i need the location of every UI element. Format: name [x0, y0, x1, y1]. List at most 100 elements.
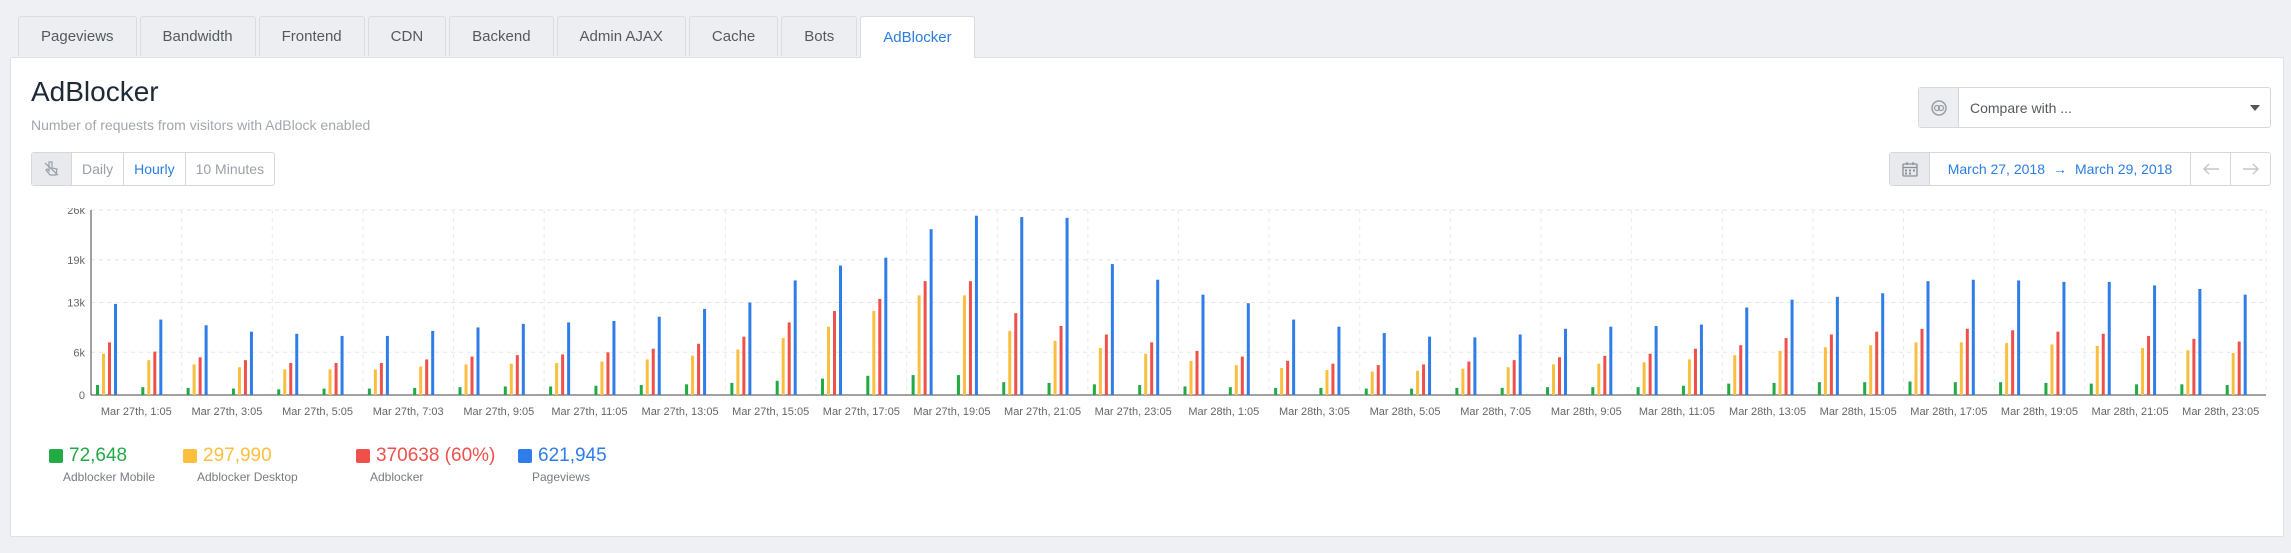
bar-adblocker-mobile [1364, 388, 1368, 395]
tab-backend[interactable]: Backend [449, 16, 554, 56]
bar-adblocker [198, 357, 202, 395]
x-tick-label: Mar 28th, 1:05 [1188, 406, 1259, 418]
bar-pageviews [249, 331, 253, 395]
next-range-button[interactable] [2230, 153, 2270, 185]
bar-adblocker-desktop [2231, 353, 2235, 395]
bar-adblocker-mobile [1500, 387, 1504, 395]
bar-adblocker-mobile [1228, 387, 1232, 395]
bar-adblocker-mobile [2135, 384, 2139, 395]
bar-adblocker-mobile [594, 385, 598, 395]
bar-adblocker-mobile [458, 387, 462, 395]
granularity-daily[interactable]: Daily [72, 153, 125, 185]
bar-adblocker-mobile [821, 378, 824, 395]
granularity-10-minutes[interactable]: 10 Minutes [186, 153, 274, 185]
tab-admin-ajax[interactable]: Admin AJAX [556, 16, 686, 56]
tab-cache[interactable]: Cache [688, 16, 779, 56]
calendar-icon[interactable] [1890, 153, 1930, 185]
bar-adblocker [1014, 313, 1018, 395]
bar-pageviews [159, 319, 163, 395]
bar-adblocker [153, 351, 157, 395]
bar-adblocker-mobile [1092, 384, 1096, 395]
bar-pageviews [1428, 336, 1432, 395]
bar-adblocker [1558, 357, 1561, 395]
prev-range-button[interactable] [2190, 153, 2230, 185]
bar-adblocker [1512, 360, 1516, 395]
bar-adblocker-mobile [413, 387, 417, 395]
bar-pageviews [1609, 326, 1613, 395]
bar-adblocker-desktop [419, 366, 423, 395]
legend-value: 621,945 [538, 445, 607, 466]
bar-adblocker [1240, 356, 1244, 395]
granularity-hourly[interactable]: Hourly [124, 153, 186, 185]
bar-pageviews [521, 323, 525, 395]
bar-adblocker-desktop [827, 326, 830, 395]
bar-adblocker-mobile [367, 388, 371, 395]
bar-adblocker [108, 342, 111, 395]
x-tick-label: Mar 27th, 21:05 [1004, 406, 1081, 418]
x-tick-label: Mar 27th, 7:03 [373, 406, 444, 418]
bar-adblocker [1693, 348, 1697, 395]
bar-adblocker-desktop [1280, 367, 1284, 395]
bar-adblocker-mobile [1727, 383, 1731, 395]
legend-label: Adblocker Mobile [63, 470, 156, 484]
bar-pageviews [884, 257, 888, 395]
y-tick-label: 19k [67, 255, 85, 267]
bar-pageviews [567, 322, 571, 395]
bar-adblocker-mobile [322, 388, 326, 395]
x-tick-label: Mar 27th, 5:05 [282, 406, 353, 418]
bar-adblocker-desktop [645, 359, 649, 395]
tab-bar: Pageviews Bandwidth Frontend CDN Backend Admi… [18, 16, 975, 58]
tab-bandwidth[interactable]: Bandwidth [139, 16, 256, 56]
bar-adblocker-desktop [1914, 342, 1918, 395]
bar-adblocker [1467, 361, 1471, 395]
legend-swatch [518, 449, 532, 463]
bar-adblocker [1829, 334, 1833, 395]
arrow-right-icon: → [2053, 161, 2067, 177]
bar-pageviews [385, 335, 389, 395]
tab-pageviews[interactable]: Pageviews [18, 16, 137, 56]
bar-adblocker [1195, 350, 1199, 395]
bar-pageviews [1745, 307, 1749, 395]
bar-adblocker-mobile [1772, 382, 1776, 395]
bar-adblocker-mobile [1681, 385, 1685, 395]
bar-pageviews [1699, 324, 1703, 395]
bar-adblocker-desktop [962, 295, 966, 395]
x-tick-label: Mar 28th, 9:05 [1551, 406, 1622, 418]
bar-adblocker [1331, 363, 1335, 395]
x-tick-label: Mar 27th, 11:05 [551, 406, 627, 418]
x-tick-label: Mar 27th, 1:05 [101, 406, 172, 418]
tab-adblocker[interactable]: AdBlocker [860, 16, 975, 58]
bar-pageviews [1246, 303, 1250, 395]
x-tick-label: Mar 27th, 15:05 [732, 406, 809, 418]
legend-value: 297,990 [203, 445, 272, 466]
tab-cdn[interactable]: CDN [367, 16, 447, 56]
page-title: AdBlocker [31, 76, 159, 107]
compare-select[interactable]: Compare with ... [1918, 87, 2271, 128]
date-range-text[interactable]: March 27, 2018 → March 29, 2018 [1930, 153, 2190, 185]
tab-bots[interactable]: Bots [781, 16, 858, 56]
x-tick-label: Mar 28th, 3:05 [1279, 406, 1350, 418]
bar-pageviews [839, 265, 842, 395]
bar-pageviews [1881, 293, 1885, 395]
bar-adblocker [833, 311, 836, 395]
bar-adblocker-mobile [1455, 387, 1459, 395]
legend-label: Adblocker Desktop [197, 470, 298, 484]
x-tick-label: Mar 27th, 3:05 [191, 406, 262, 418]
bar-pageviews [1971, 279, 1975, 395]
granularity-switch: Daily Hourly 10 Minutes [31, 152, 276, 186]
pointer-hand-icon[interactable] [32, 153, 72, 185]
bar-pageviews [2107, 281, 2111, 395]
bar-adblocker-mobile [685, 384, 689, 395]
bar-adblocker [2147, 335, 2151, 395]
bar-adblocker [1059, 325, 1063, 395]
tab-frontend[interactable]: Frontend [258, 16, 365, 56]
bar-pageviews [748, 302, 752, 395]
bar-pageviews [1110, 264, 1114, 395]
bar-adblocker [1150, 342, 1154, 395]
bar-adblocker [1965, 328, 1969, 395]
bar-pageviews [1201, 294, 1205, 395]
legend-label: Pageviews [532, 470, 591, 484]
bar-adblocker-mobile [1591, 387, 1595, 395]
x-tick-label: Mar 28th, 11:05 [1639, 406, 1715, 418]
bar-adblocker-desktop [1416, 370, 1420, 395]
